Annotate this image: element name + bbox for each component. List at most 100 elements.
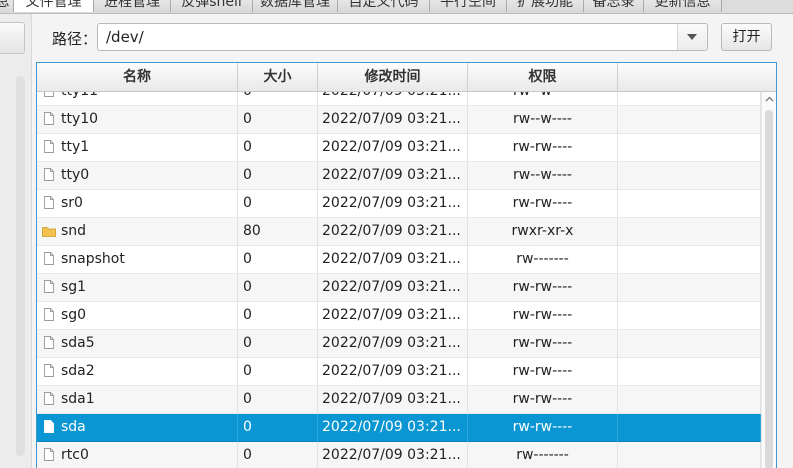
file-name: tty10 [61, 111, 99, 127]
table-row[interactable]: snapshot 0 2022/07/09 03:21... rw------- [37, 246, 761, 274]
file-icon [44, 168, 54, 181]
cell-filler [618, 358, 761, 386]
path-input[interactable] [106, 26, 666, 48]
tab-info[interactable]: 信息 [0, 0, 14, 12]
column-header-size[interactable]: 大小 [238, 63, 318, 91]
cell-size: 0 [238, 414, 318, 442]
table-row[interactable]: tty0 0 2022/07/09 03:21... rw--w---- [37, 162, 761, 190]
path-combobox[interactable] [97, 23, 708, 51]
tab-memo[interactable]: 备忘录 [584, 0, 644, 12]
table-row[interactable]: sda5 0 2022/07/09 03:21... rw-rw---- [37, 330, 761, 358]
cell-name: sda5 [37, 330, 238, 358]
table-row[interactable]: rtc0 0 2022/07/09 03:21... rw------- [37, 442, 761, 468]
cell-name: sr0 [37, 190, 238, 218]
cell-name: sg1 [37, 274, 238, 302]
left-panel-scrollbar[interactable] [16, 76, 25, 456]
tab-database-manager[interactable]: 数据库管理 [253, 0, 338, 12]
cell-permissions: rwxr-xr-x [468, 218, 618, 246]
cell-filler [618, 218, 761, 246]
column-header-name[interactable]: 名称 [37, 63, 238, 91]
cell-filler [618, 190, 761, 218]
table-row[interactable]: tty10 0 2022/07/09 03:21... rw--w---- [37, 106, 761, 134]
tab-file-manager[interactable]: 文件管理 [14, 0, 94, 12]
cell-modified: 2022/07/09 03:21... [318, 218, 468, 246]
cell-permissions: rw-rw---- [468, 358, 618, 386]
column-header-filler [618, 63, 776, 91]
file-icon [44, 112, 54, 125]
table-row[interactable]: sr0 0 2022/07/09 03:21... rw-rw---- [37, 190, 761, 218]
cell-modified: 2022/07/09 03:21... [318, 274, 468, 302]
file-name: sda2 [61, 363, 95, 379]
cell-size: 80 [238, 218, 318, 246]
cell-filler [618, 414, 761, 442]
cell-size: 0 [238, 274, 318, 302]
cell-modified: 2022/07/09 03:21... [318, 302, 468, 330]
cell-permissions: rw-rw---- [468, 414, 618, 442]
table-header: 名称 大小 修改时间 权限 [37, 63, 776, 92]
cell-name: sg0 [37, 302, 238, 330]
file-name: tty0 [61, 167, 90, 183]
chevron-up-icon[interactable] [765, 96, 774, 102]
cell-modified: 2022/07/09 03:21... [318, 92, 468, 106]
table-row[interactable]: sg0 0 2022/07/09 03:21... rw-rw---- [37, 302, 761, 330]
cell-permissions: rw-rw---- [468, 330, 618, 358]
file-name: sda [61, 419, 86, 435]
tab-update-info[interactable]: 更新信息 [644, 0, 722, 12]
cell-modified: 2022/07/09 03:21... [318, 442, 468, 468]
table-row[interactable]: sda2 0 2022/07/09 03:21... rw-rw---- [37, 358, 761, 386]
cell-filler [618, 246, 761, 274]
tab-process-manager[interactable]: 进程管理 [94, 0, 171, 12]
file-name: sda1 [61, 391, 95, 407]
file-icon [44, 448, 54, 461]
cell-size: 0 [238, 330, 318, 358]
cell-filler [618, 274, 761, 302]
table-row[interactable]: sda1 0 2022/07/09 03:21... rw-rw---- [37, 386, 761, 414]
cell-modified: 2022/07/09 03:21... [318, 246, 468, 274]
file-icon [44, 140, 54, 153]
tab-extensions[interactable]: 扩展功能 [507, 0, 584, 12]
column-header-permissions[interactable]: 权限 [468, 63, 618, 91]
cell-filler [618, 106, 761, 134]
table-row[interactable]: sg1 0 2022/07/09 03:21... rw-rw---- [37, 274, 761, 302]
cell-modified: 2022/07/09 03:21... [318, 190, 468, 218]
cell-name: rtc0 [37, 442, 238, 468]
cell-size: 0 [238, 386, 318, 414]
cell-filler [618, 92, 761, 106]
cell-permissions: rw-rw---- [468, 190, 618, 218]
cell-modified: 2022/07/09 03:21... [318, 386, 468, 414]
tab-reverse-shell[interactable]: 反弹shell [171, 0, 253, 12]
cell-size: 0 [238, 302, 318, 330]
table-scrollbar[interactable] [761, 92, 776, 468]
cell-size: 0 [238, 358, 318, 386]
column-header-modified[interactable]: 修改时间 [318, 63, 468, 91]
left-panel-button[interactable] [0, 22, 25, 54]
table-row[interactable]: snd 80 2022/07/09 03:21... rwxr-xr-x [37, 218, 761, 246]
table-row[interactable]: tty11 02022/07/09 03:21...rw--w---- [37, 92, 761, 106]
table-body: tty1102022/07/09 03:21...rw--w----tty100… [37, 92, 761, 468]
cell-permissions: rw-rw---- [468, 302, 618, 330]
cell-filler [618, 162, 761, 190]
table-row[interactable]: tty1 0 2022/07/09 03:21... rw-rw---- [37, 134, 761, 162]
cell-name: sda [37, 414, 238, 442]
cell-name: snd [37, 218, 238, 246]
cell-name: sda1 [37, 386, 238, 414]
file-icon [44, 196, 54, 209]
file-name: sr0 [61, 195, 83, 211]
cell-permissions: rw-rw---- [468, 134, 618, 162]
tab-custom-code[interactable]: 自定义代码 [338, 0, 430, 12]
file-name: snd [61, 223, 87, 239]
table-scrollbar-thumb[interactable] [765, 110, 773, 468]
open-button[interactable]: 打开 [721, 23, 772, 51]
cell-name: tty0 [37, 162, 238, 190]
file-icon [44, 280, 54, 293]
cell-modified: 2022/07/09 03:21... [318, 134, 468, 162]
cell-modified: 2022/07/09 03:21... [318, 330, 468, 358]
cell-filler [618, 330, 761, 358]
cell-permissions: rw--w---- [468, 162, 618, 190]
cell-filler [618, 442, 761, 468]
chevron-down-icon[interactable] [677, 24, 707, 50]
file-icon [44, 420, 54, 433]
table-row[interactable]: sda 0 2022/07/09 03:21... rw-rw---- [37, 414, 761, 442]
tab-parallel-space[interactable]: 平行空间 [430, 0, 507, 12]
tab-strip: 信息 文件管理 进程管理 反弹shell 数据库管理 自定义代码 平行空间 扩展… [0, 0, 793, 14]
